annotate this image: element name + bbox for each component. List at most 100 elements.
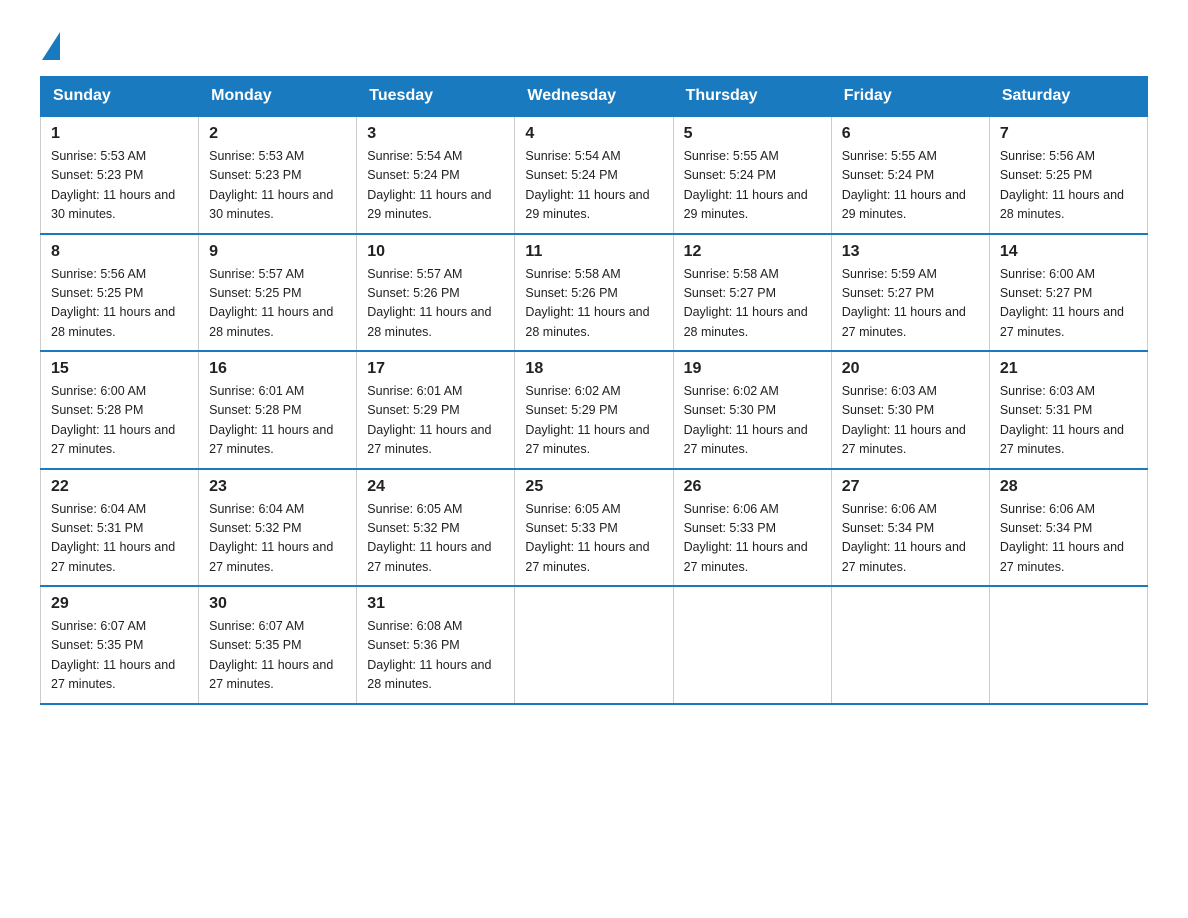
- day-number: 8: [51, 243, 188, 261]
- day-info: Sunrise: 6:04 AMSunset: 5:31 PMDaylight:…: [51, 502, 175, 574]
- day-info: Sunrise: 6:05 AMSunset: 5:32 PMDaylight:…: [367, 502, 491, 574]
- day-number: 28: [1000, 478, 1137, 496]
- day-info: Sunrise: 6:06 AMSunset: 5:34 PMDaylight:…: [842, 502, 966, 574]
- calendar-day-cell: 31 Sunrise: 6:08 AMSunset: 5:36 PMDaylig…: [357, 586, 515, 704]
- day-info: Sunrise: 6:02 AMSunset: 5:30 PMDaylight:…: [684, 384, 808, 456]
- day-number: 29: [51, 595, 188, 613]
- calendar-week-row: 22 Sunrise: 6:04 AMSunset: 5:31 PMDaylig…: [41, 469, 1148, 587]
- calendar-day-cell: 12 Sunrise: 5:58 AMSunset: 5:27 PMDaylig…: [673, 234, 831, 352]
- calendar-day-cell: 24 Sunrise: 6:05 AMSunset: 5:32 PMDaylig…: [357, 469, 515, 587]
- day-number: 2: [209, 125, 346, 143]
- day-info: Sunrise: 5:58 AMSunset: 5:27 PMDaylight:…: [684, 267, 808, 339]
- day-number: 3: [367, 125, 504, 143]
- calendar-day-cell: 17 Sunrise: 6:01 AMSunset: 5:29 PMDaylig…: [357, 351, 515, 469]
- calendar-day-cell: 2 Sunrise: 5:53 AMSunset: 5:23 PMDayligh…: [199, 116, 357, 234]
- calendar-header-wednesday: Wednesday: [515, 77, 673, 117]
- calendar-day-cell: 9 Sunrise: 5:57 AMSunset: 5:25 PMDayligh…: [199, 234, 357, 352]
- calendar-header-tuesday: Tuesday: [357, 77, 515, 117]
- day-info: Sunrise: 6:00 AMSunset: 5:28 PMDaylight:…: [51, 384, 175, 456]
- calendar-day-cell: 7 Sunrise: 5:56 AMSunset: 5:25 PMDayligh…: [989, 116, 1147, 234]
- calendar-day-cell: 22 Sunrise: 6:04 AMSunset: 5:31 PMDaylig…: [41, 469, 199, 587]
- day-info: Sunrise: 6:06 AMSunset: 5:34 PMDaylight:…: [1000, 502, 1124, 574]
- calendar-day-cell: 11 Sunrise: 5:58 AMSunset: 5:26 PMDaylig…: [515, 234, 673, 352]
- day-info: Sunrise: 5:55 AMSunset: 5:24 PMDaylight:…: [684, 149, 808, 221]
- day-info: Sunrise: 6:07 AMSunset: 5:35 PMDaylight:…: [209, 619, 333, 691]
- day-number: 9: [209, 243, 346, 261]
- day-number: 27: [842, 478, 979, 496]
- day-info: Sunrise: 5:56 AMSunset: 5:25 PMDaylight:…: [51, 267, 175, 339]
- calendar-day-cell: 23 Sunrise: 6:04 AMSunset: 5:32 PMDaylig…: [199, 469, 357, 587]
- day-number: 19: [684, 360, 821, 378]
- day-info: Sunrise: 5:53 AMSunset: 5:23 PMDaylight:…: [51, 149, 175, 221]
- day-info: Sunrise: 5:53 AMSunset: 5:23 PMDaylight:…: [209, 149, 333, 221]
- calendar-week-row: 1 Sunrise: 5:53 AMSunset: 5:23 PMDayligh…: [41, 116, 1148, 234]
- day-info: Sunrise: 5:54 AMSunset: 5:24 PMDaylight:…: [525, 149, 649, 221]
- calendar-day-cell: 5 Sunrise: 5:55 AMSunset: 5:24 PMDayligh…: [673, 116, 831, 234]
- day-info: Sunrise: 6:00 AMSunset: 5:27 PMDaylight:…: [1000, 267, 1124, 339]
- calendar-day-cell: 20 Sunrise: 6:03 AMSunset: 5:30 PMDaylig…: [831, 351, 989, 469]
- day-number: 13: [842, 243, 979, 261]
- calendar-day-cell: 27 Sunrise: 6:06 AMSunset: 5:34 PMDaylig…: [831, 469, 989, 587]
- day-number: 6: [842, 125, 979, 143]
- calendar-day-cell: 16 Sunrise: 6:01 AMSunset: 5:28 PMDaylig…: [199, 351, 357, 469]
- day-number: 17: [367, 360, 504, 378]
- calendar-day-cell: [515, 586, 673, 704]
- day-number: 20: [842, 360, 979, 378]
- calendar-day-cell: 26 Sunrise: 6:06 AMSunset: 5:33 PMDaylig…: [673, 469, 831, 587]
- day-info: Sunrise: 6:08 AMSunset: 5:36 PMDaylight:…: [367, 619, 491, 691]
- calendar-week-row: 29 Sunrise: 6:07 AMSunset: 5:35 PMDaylig…: [41, 586, 1148, 704]
- calendar-day-cell: 25 Sunrise: 6:05 AMSunset: 5:33 PMDaylig…: [515, 469, 673, 587]
- day-number: 25: [525, 478, 662, 496]
- calendar-header-monday: Monday: [199, 77, 357, 117]
- calendar-day-cell: 1 Sunrise: 5:53 AMSunset: 5:23 PMDayligh…: [41, 116, 199, 234]
- day-info: Sunrise: 5:58 AMSunset: 5:26 PMDaylight:…: [525, 267, 649, 339]
- day-info: Sunrise: 6:02 AMSunset: 5:29 PMDaylight:…: [525, 384, 649, 456]
- calendar-day-cell: 29 Sunrise: 6:07 AMSunset: 5:35 PMDaylig…: [41, 586, 199, 704]
- day-number: 31: [367, 595, 504, 613]
- day-number: 5: [684, 125, 821, 143]
- calendar-day-cell: 15 Sunrise: 6:00 AMSunset: 5:28 PMDaylig…: [41, 351, 199, 469]
- calendar-header-saturday: Saturday: [989, 77, 1147, 117]
- calendar-day-cell: 13 Sunrise: 5:59 AMSunset: 5:27 PMDaylig…: [831, 234, 989, 352]
- day-info: Sunrise: 5:57 AMSunset: 5:25 PMDaylight:…: [209, 267, 333, 339]
- day-info: Sunrise: 6:05 AMSunset: 5:33 PMDaylight:…: [525, 502, 649, 574]
- calendar-week-row: 15 Sunrise: 6:00 AMSunset: 5:28 PMDaylig…: [41, 351, 1148, 469]
- calendar-day-cell: 19 Sunrise: 6:02 AMSunset: 5:30 PMDaylig…: [673, 351, 831, 469]
- day-number: 7: [1000, 125, 1137, 143]
- day-number: 11: [525, 243, 662, 261]
- calendar-header-friday: Friday: [831, 77, 989, 117]
- day-number: 10: [367, 243, 504, 261]
- page-header: [40, 30, 1148, 56]
- calendar-table: SundayMondayTuesdayWednesdayThursdayFrid…: [40, 76, 1148, 705]
- calendar-header-sunday: Sunday: [41, 77, 199, 117]
- day-number: 15: [51, 360, 188, 378]
- day-number: 18: [525, 360, 662, 378]
- logo: [40, 30, 60, 56]
- calendar-day-cell: 28 Sunrise: 6:06 AMSunset: 5:34 PMDaylig…: [989, 469, 1147, 587]
- day-number: 30: [209, 595, 346, 613]
- calendar-day-cell: 30 Sunrise: 6:07 AMSunset: 5:35 PMDaylig…: [199, 586, 357, 704]
- day-info: Sunrise: 6:01 AMSunset: 5:29 PMDaylight:…: [367, 384, 491, 456]
- day-number: 1: [51, 125, 188, 143]
- day-number: 24: [367, 478, 504, 496]
- calendar-day-cell: [989, 586, 1147, 704]
- calendar-header-thursday: Thursday: [673, 77, 831, 117]
- calendar-week-row: 8 Sunrise: 5:56 AMSunset: 5:25 PMDayligh…: [41, 234, 1148, 352]
- day-info: Sunrise: 5:56 AMSunset: 5:25 PMDaylight:…: [1000, 149, 1124, 221]
- day-number: 23: [209, 478, 346, 496]
- day-info: Sunrise: 5:54 AMSunset: 5:24 PMDaylight:…: [367, 149, 491, 221]
- calendar-day-cell: [673, 586, 831, 704]
- calendar-day-cell: 3 Sunrise: 5:54 AMSunset: 5:24 PMDayligh…: [357, 116, 515, 234]
- day-number: 12: [684, 243, 821, 261]
- calendar-day-cell: 6 Sunrise: 5:55 AMSunset: 5:24 PMDayligh…: [831, 116, 989, 234]
- day-number: 26: [684, 478, 821, 496]
- calendar-day-cell: 4 Sunrise: 5:54 AMSunset: 5:24 PMDayligh…: [515, 116, 673, 234]
- day-info: Sunrise: 5:57 AMSunset: 5:26 PMDaylight:…: [367, 267, 491, 339]
- calendar-day-cell: [831, 586, 989, 704]
- calendar-day-cell: 10 Sunrise: 5:57 AMSunset: 5:26 PMDaylig…: [357, 234, 515, 352]
- day-number: 4: [525, 125, 662, 143]
- calendar-day-cell: 18 Sunrise: 6:02 AMSunset: 5:29 PMDaylig…: [515, 351, 673, 469]
- day-number: 16: [209, 360, 346, 378]
- calendar-day-cell: 8 Sunrise: 5:56 AMSunset: 5:25 PMDayligh…: [41, 234, 199, 352]
- calendar-header-row: SundayMondayTuesdayWednesdayThursdayFrid…: [41, 77, 1148, 117]
